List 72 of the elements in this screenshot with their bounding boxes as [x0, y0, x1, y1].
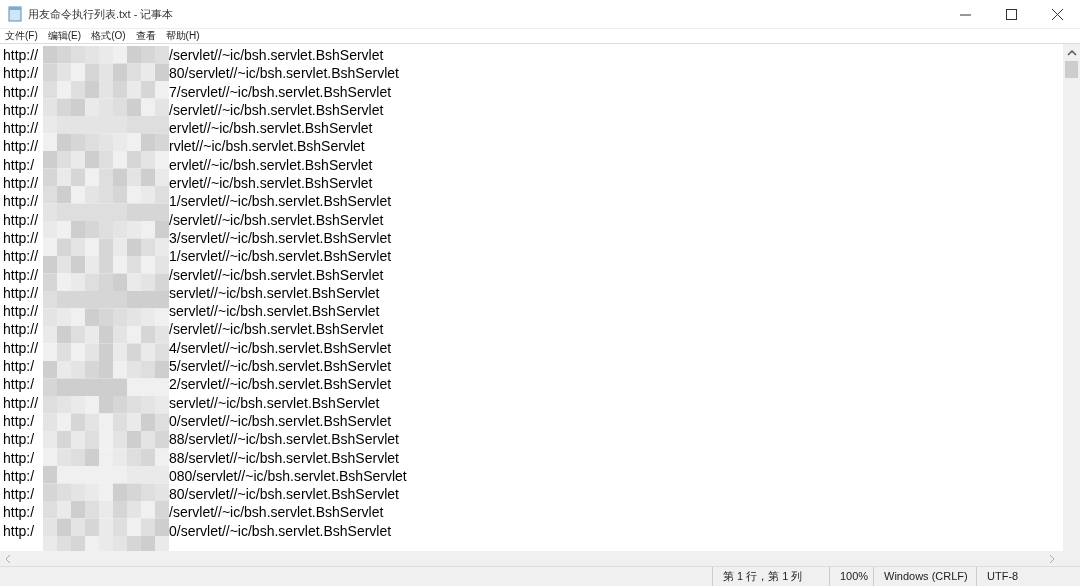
text-line: http://: [3, 100, 40, 120]
text-line: http://: [3, 247, 40, 266]
text-line: 88/servlet//~ic/bsh.servlet.BshServlet: [169, 448, 400, 467]
text-line: http:/: [3, 155, 36, 175]
text-line: http:/: [3, 448, 36, 467]
notepad-icon: [8, 6, 22, 22]
text-line: 0/servlet//~ic/bsh.servlet.BshServlet: [169, 521, 393, 540]
text-line: http://: [3, 320, 40, 339]
text-line: 88/servlet//~ic/bsh.servlet.BshServlet: [169, 430, 400, 449]
text-line: servlet//~ic/bsh.servlet.BshServlet: [169, 393, 381, 412]
cursor-position: 第 1 行，第 1 列: [712, 567, 829, 586]
text-line: http://: [3, 338, 40, 358]
maximize-icon: [1005, 8, 1017, 20]
text-line: 7/servlet//~ic/bsh.servlet.BshServlet: [169, 82, 393, 101]
menu-item[interactable]: 文件(F): [5, 29, 38, 43]
text-line: http:/: [3, 466, 36, 486]
text-line: /servlet//~ic/bsh.servlet.BshServlet: [169, 210, 385, 229]
scroll-right-icon[interactable]: [1048, 553, 1056, 564]
text-line: servlet//~ic/bsh.servlet.BshServlet: [169, 302, 381, 321]
text-line: ervlet//~ic/bsh.servlet.BshServlet: [169, 119, 374, 138]
scroll-left-icon[interactable]: [4, 553, 12, 564]
text-line: http://: [3, 119, 40, 138]
text-line: 80/servlet//~ic/bsh.servlet.BshServlet: [169, 64, 400, 83]
text-line: 5/servlet//~ic/bsh.servlet.BshServlet: [169, 357, 393, 376]
scroll-up-icon[interactable]: [1066, 49, 1077, 57]
scrollbar-thumb[interactable]: [1065, 61, 1078, 78]
menu-item[interactable]: 查看: [135, 29, 156, 43]
text-line: http://: [3, 228, 40, 248]
text-line: servlet//~ic/bsh.servlet.BshServlet: [169, 283, 381, 303]
menu-item[interactable]: 帮助(H): [165, 29, 200, 43]
text-line: ervlet//~ic/bsh.servlet.BshServlet: [169, 155, 374, 175]
vertical-scrollbar[interactable]: [1063, 44, 1080, 551]
text-line: http://: [3, 283, 40, 303]
text-line: ervlet//~ic/bsh.servlet.BshServlet: [169, 174, 374, 193]
encoding: UTF-8: [976, 567, 1057, 586]
text-line: http:/: [3, 485, 36, 504]
menu-item[interactable]: 编辑(E): [47, 29, 82, 43]
text-line: /servlet//~ic/bsh.servlet.BshServlet: [169, 320, 385, 339]
text-line: http://: [3, 302, 40, 321]
text-line: 080/servlet//~ic/bsh.servlet.BshServlet: [169, 466, 408, 486]
zoom-level: 100%: [829, 567, 873, 586]
close-icon: [1051, 8, 1063, 20]
text-line: /servlet//~ic/bsh.servlet.BshServlet: [169, 46, 385, 65]
text-line: /servlet//~ic/bsh.servlet.BshServlet: [169, 100, 385, 120]
text-line: http://: [3, 137, 40, 156]
text-line: 0/servlet//~ic/bsh.servlet.BshServlet: [169, 411, 393, 431]
text-line: http://: [3, 64, 40, 83]
text-line: http://: [3, 46, 40, 65]
text-line: http://: [3, 192, 40, 211]
window-title: 用友命令执行列表.txt - 记事本: [28, 6, 174, 22]
text-line: 3/servlet//~ic/bsh.servlet.BshServlet: [169, 228, 393, 248]
text-line: http:/: [3, 411, 36, 431]
text-line: http://: [3, 210, 40, 229]
text-line: 1/servlet//~ic/bsh.servlet.BshServlet: [169, 192, 393, 211]
text-line: rvlet//~ic/bsh.servlet.BshServlet: [169, 137, 366, 156]
text-line: 1/servlet//~ic/bsh.servlet.BshServlet: [169, 247, 393, 266]
text-line: /servlet//~ic/bsh.servlet.BshServlet: [169, 265, 385, 284]
text-line: 4/servlet//~ic/bsh.servlet.BshServlet: [169, 338, 393, 358]
menu-item[interactable]: 格式(O): [91, 29, 126, 43]
text-line: 2/servlet//~ic/bsh.servlet.BshServlet: [169, 375, 393, 394]
text-line: http:/: [3, 357, 36, 376]
text-line: http:/: [3, 521, 36, 540]
text-line: http://: [3, 82, 40, 101]
text-line: /servlet//~ic/bsh.servlet.BshServlet: [169, 503, 385, 522]
text-line: http://: [3, 265, 40, 284]
text-line: http://: [3, 174, 40, 193]
text-line: http:/: [3, 375, 36, 394]
text-line: 80/servlet//~ic/bsh.servlet.BshServlet: [169, 485, 400, 504]
text-line: http://: [3, 393, 40, 412]
text-line: http:/: [3, 430, 36, 449]
text-line: http:/: [3, 503, 36, 522]
line-ending: Windows (CRLF): [873, 567, 976, 586]
